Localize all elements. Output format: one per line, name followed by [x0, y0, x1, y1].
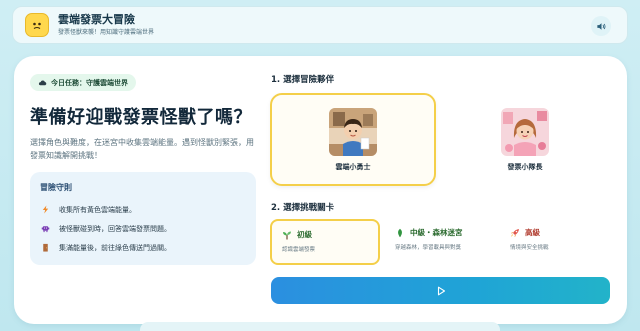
intro-text: 選擇角色與難度，在迷宮中收集雲端能量。遇到怪獸別緊張，用發票知識解開挑戰！	[30, 138, 254, 160]
sprout-icon	[283, 231, 291, 239]
captain-avatar	[501, 107, 549, 156]
rule-item: 集滿能量後，前往綠色傳送門過關。	[40, 238, 246, 257]
levels-section-title: 2. 選擇挑戰關卡	[271, 203, 335, 213]
level-desc: 穿越森林，學習載具與對獎	[395, 245, 462, 251]
speaker-icon	[596, 22, 605, 30]
cloud-icon	[38, 80, 47, 86]
level-name: 中級・森林迷宮	[410, 228, 463, 237]
play-icon	[437, 286, 445, 295]
level-desc: 認識雲端發票	[282, 247, 316, 253]
partner-name: 雲端小勇士	[335, 162, 371, 171]
hero-avatar	[329, 107, 377, 156]
worried-face-icon	[25, 13, 49, 37]
rules-panel: 冒險守則 收集所有黃色雲端能量。 被怪獸碰到時，回答雲端發票問題。 集滿能量後，…	[30, 172, 256, 265]
monster-icon	[40, 224, 50, 234]
task-label: 今日任務：守護雲端世界	[51, 78, 128, 87]
app-title: 雲端發票大冒險	[58, 13, 135, 26]
partner-card-hero[interactable]: 雲端小勇士	[270, 93, 436, 186]
sound-toggle-button[interactable]	[591, 16, 611, 36]
rule-text: 被怪獸碰到時，回答雲端發票問題。	[59, 224, 171, 233]
rule-text: 收集所有黃色雲端能量。	[59, 205, 136, 214]
level-desc: 情境與安全挑戰	[510, 245, 549, 251]
leaf-icon	[398, 228, 402, 237]
rule-item: 收集所有黃色雲端能量。	[40, 200, 246, 219]
header-bar: 雲端發票大冒險 發票怪獸來襲！用知識守護雲端世界	[12, 6, 628, 44]
task-badge: 今日任務：守護雲端世界	[30, 74, 136, 91]
start-game-button[interactable]	[271, 277, 610, 304]
lightning-icon	[40, 205, 50, 215]
level-card-advanced[interactable]: 高級 情境與安全挑戰	[500, 219, 610, 265]
partners-section-title: 1. 選擇冒險夥伴	[271, 75, 335, 85]
level-name: 初級	[297, 230, 312, 239]
level-card-beginner[interactable]: 初級 認識雲端發票	[270, 219, 380, 265]
bottom-decoration	[140, 322, 500, 331]
door-icon	[40, 243, 50, 253]
rocket-icon	[511, 228, 519, 237]
rule-text: 集滿能量後，前往綠色傳送門過關。	[59, 243, 171, 252]
app-subtitle: 發票怪獸來襲！用知識守護雲端世界	[58, 29, 155, 36]
rules-title: 冒險守則	[40, 183, 72, 192]
rule-item: 被怪獸碰到時，回答雲端發票問題。	[40, 219, 246, 238]
level-name: 高級	[525, 228, 540, 237]
level-card-intermediate[interactable]: 中級・森林迷宮 穿越森林，學習載具與對獎	[385, 219, 495, 265]
partner-card-captain[interactable]: 發票小隊長	[442, 93, 608, 186]
partner-name: 發票小隊長	[507, 162, 543, 171]
page-title: 準備好迎戰發票怪獸了嗎？	[30, 107, 252, 128]
